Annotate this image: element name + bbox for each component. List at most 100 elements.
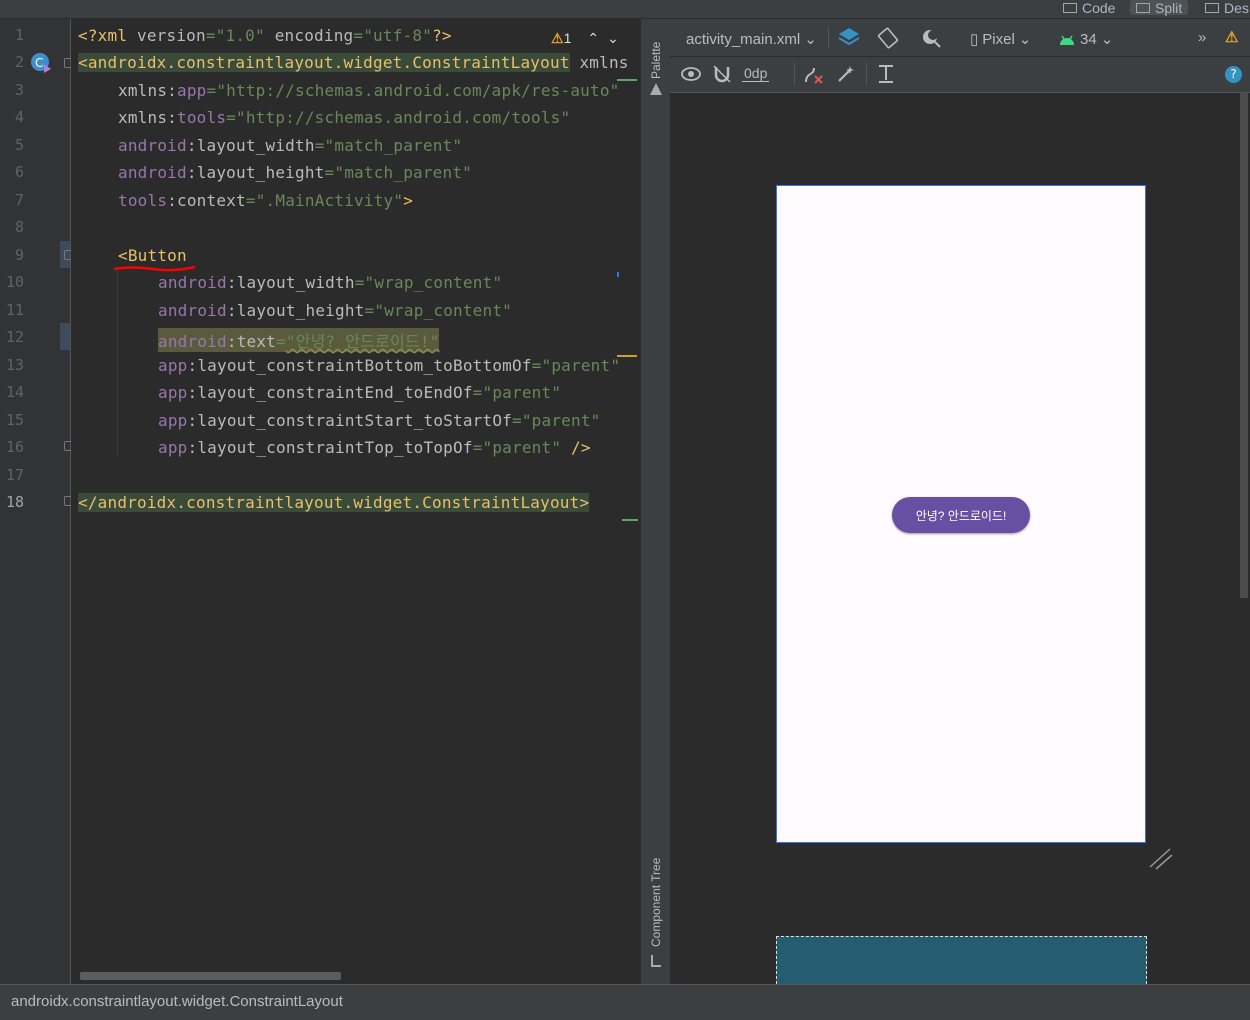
file-selector[interactable]: activity_main.xml ⌄	[686, 30, 817, 49]
code-line-18: </androidx.constraintlayout.widget.Const…	[78, 493, 590, 512]
token: <?xml	[78, 26, 137, 45]
api-level-label: 34	[1080, 30, 1097, 48]
line-number: 16	[5, 438, 24, 456]
token: xmlns:	[118, 108, 177, 127]
design-mode-icon	[1205, 2, 1219, 13]
marker-ok	[622, 519, 638, 521]
token: =	[354, 273, 365, 292]
error-underline	[113, 265, 196, 272]
resize-handle-icon[interactable]	[1148, 847, 1174, 871]
inspection-widget[interactable]: ⚠1 ⌃ ⌄	[551, 30, 619, 47]
token: layout_height	[196, 163, 325, 182]
palette-tab[interactable]: Palette	[649, 42, 663, 79]
token: layout_width	[236, 273, 355, 292]
code-line-10: android:layout_width="wrap_content"	[158, 273, 502, 292]
divider	[794, 63, 795, 85]
token: android	[158, 301, 227, 320]
preview-button[interactable]: 안녕? 안드로이드!	[892, 497, 1030, 533]
horizontal-scrollbar[interactable]	[80, 972, 341, 980]
token: tools	[177, 108, 227, 127]
orientation-icon[interactable]	[877, 27, 899, 49]
token: =	[314, 136, 325, 155]
design-surface-icon[interactable]	[837, 25, 861, 49]
code-line-4: xmlns:tools="http://schemas.android.com/…	[118, 108, 570, 127]
token: :	[167, 191, 178, 210]
line-number-gutter: 1 2 3 4 5 6 7 8 9 10 11 12 13 14 15 16 1…	[0, 19, 74, 984]
token: app	[177, 81, 207, 100]
token: android	[118, 136, 187, 155]
token: xmlns:	[118, 81, 177, 100]
token: android	[118, 163, 187, 182]
token: >	[403, 191, 414, 210]
token: =	[276, 332, 286, 351]
split-mode-label: Split	[1155, 0, 1183, 16]
token: layout_constraintBottom_toBottomOf	[197, 356, 532, 375]
marker-info	[617, 272, 619, 277]
token: layout_constraintStart_toStartOf	[197, 411, 512, 430]
code-line-3: xmlns:app="http://schemas.android.com/ap…	[118, 81, 620, 100]
xml-code-editor[interactable]: <?xml version="1.0" encoding="utf-8"?> <…	[71, 19, 638, 984]
view-options-eye-icon[interactable]	[680, 65, 702, 83]
default-margin-field[interactable]: 0dp	[742, 65, 770, 82]
token: layout_width	[196, 136, 315, 155]
token: layout_height	[236, 301, 365, 320]
token: "parent"	[482, 383, 562, 402]
design-vertical-scrollbar[interactable]	[1240, 93, 1248, 598]
token: ?>	[432, 26, 452, 45]
design-toolbar-bottom: 0dp ?	[670, 57, 1250, 93]
code-line-15: app:layout_constraintStart_toStartOf="pa…	[158, 411, 601, 430]
device-selector[interactable]: ▯ Pixel ⌄	[970, 30, 1031, 49]
chevron-down-icon: ⌄	[1100, 31, 1114, 48]
token: android	[158, 273, 227, 292]
token: "안녕? 안드로이드!"	[285, 332, 440, 351]
component-tree-tab[interactable]: Component Tree	[649, 858, 663, 947]
line-number: 5	[14, 136, 24, 154]
help-icon[interactable]: ?	[1225, 66, 1242, 83]
token: =	[472, 438, 483, 457]
breadcrumb[interactable]: androidx.constraintlayout.widget.Constra…	[11, 993, 343, 1010]
warning-icon[interactable]: ⚠	[1225, 28, 1238, 46]
chevron-up-icon[interactable]: ⌃	[587, 30, 599, 47]
palette-icon	[650, 83, 662, 95]
guidelines-icon[interactable]	[876, 64, 896, 86]
token: :	[187, 438, 198, 457]
token: app	[158, 356, 188, 375]
token: :	[186, 163, 197, 182]
code-mode-label: Code	[1082, 0, 1116, 16]
autoconnect-magnet-icon[interactable]	[712, 64, 732, 84]
svg-text:C: C	[35, 56, 43, 70]
line-number: 2	[14, 53, 24, 71]
clear-constraints-icon[interactable]	[802, 64, 824, 86]
token: =	[531, 356, 542, 375]
token: layout_constraintEnd_toEndOf	[197, 383, 473, 402]
token: app	[158, 438, 188, 457]
line-number: 14	[5, 383, 24, 401]
token: </androidx.constraintlayout.widget.Const…	[78, 493, 590, 512]
token: app	[158, 383, 188, 402]
chevron-down-icon[interactable]: ⌄	[607, 30, 619, 47]
device-label: Pixel	[982, 30, 1015, 48]
token: =	[364, 301, 375, 320]
design-toolbar-top: activity_main.xml ⌄ ▯ Pixel ⌄ 34 ⌄ » ⚠	[670, 19, 1250, 57]
token: =	[472, 383, 483, 402]
split-mode-button[interactable]: Split	[1130, 0, 1189, 16]
token: android	[158, 332, 227, 351]
line-number: 17	[5, 466, 24, 484]
layout-gutter-icon[interactable]: C	[30, 52, 52, 74]
token: :	[186, 136, 197, 155]
api-level-selector[interactable]: 34 ⌄	[1058, 30, 1113, 48]
infer-constraints-wand-icon[interactable]	[836, 64, 856, 84]
divider	[866, 63, 867, 85]
overflow-chevron-icon[interactable]: »	[1198, 29, 1206, 46]
line-number: 12	[5, 328, 24, 346]
design-mode-button[interactable]: Des	[1205, 0, 1249, 16]
warning-count: 1	[563, 30, 572, 46]
code-mode-button[interactable]: Code	[1063, 0, 1116, 16]
status-bar: androidx.constraintlayout.widget.Constra…	[0, 984, 1250, 1020]
token: layout_constraintTop_toTopOf	[197, 438, 473, 457]
night-mode-icon[interactable]	[920, 27, 942, 49]
blueprint-preview[interactable]	[776, 936, 1147, 984]
design-mode-label: Des	[1224, 0, 1249, 16]
line-number: 15	[5, 411, 24, 429]
